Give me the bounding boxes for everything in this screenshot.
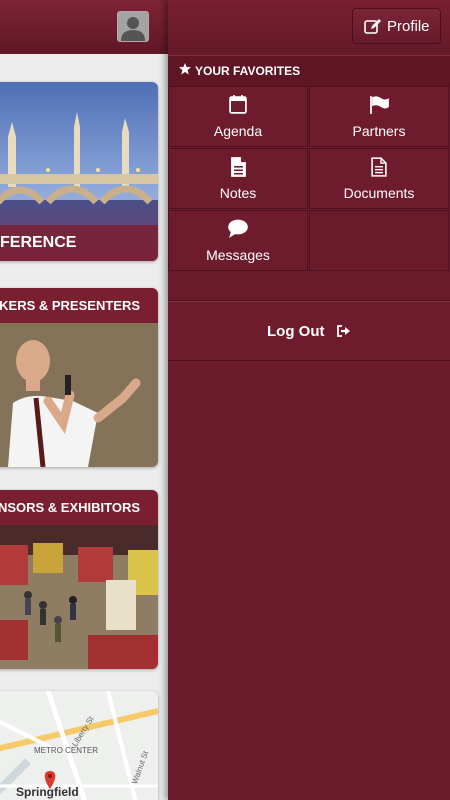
side-drawer: Profile YOUR FAVORITES Agenda Partners N… — [168, 0, 450, 800]
profile-label: Profile — [387, 18, 430, 35]
exhibit-hall-photo — [0, 525, 158, 669]
divider — [168, 272, 450, 301]
tile-label: Notes — [219, 185, 257, 201]
sign-out-icon — [337, 325, 350, 337]
tile-agenda[interactable]: Agenda — [168, 86, 308, 147]
venue-map-card[interactable]: Liberty St Walnut St METRO CENTER Spring… — [0, 691, 158, 800]
calendar-icon — [229, 95, 247, 114]
home-screen: FERENCE AKERS & PRESENTERS NSORS & EXHIB… — [0, 0, 168, 800]
conference-banner: FERENCE — [0, 225, 158, 261]
exhibitors-label: NSORS & EXHIBITORS — [0, 500, 140, 515]
exhibitors-title-bar: NSORS & EXHIBITORS — [0, 490, 158, 525]
conference-card[interactable]: FERENCE — [0, 82, 158, 261]
speakers-card[interactable]: AKERS & PRESENTERS — [0, 288, 158, 467]
edit-icon — [364, 19, 381, 34]
tile-documents[interactable]: Documents — [309, 148, 449, 209]
tile-notes[interactable]: Notes — [168, 148, 308, 209]
speakers-label: AKERS & PRESENTERS — [0, 298, 140, 313]
tile-partners[interactable]: Partners — [309, 86, 449, 147]
flag-icon — [370, 96, 389, 114]
file-text-icon — [371, 157, 387, 177]
favorites-header: YOUR FAVORITES — [168, 55, 450, 86]
tile-label: Documents — [343, 185, 415, 201]
conference-label: FERENCE — [0, 234, 77, 251]
empty-tile — [309, 210, 449, 271]
speaker-photo — [0, 323, 158, 467]
drawer-header: Profile — [168, 0, 450, 54]
logout-button[interactable]: Log Out — [168, 301, 450, 361]
tile-label: Agenda — [213, 123, 263, 139]
tile-messages[interactable]: Messages — [168, 210, 308, 271]
avatar-icon — [118, 12, 148, 41]
logout-label: Log Out — [267, 323, 325, 340]
exhibitors-card[interactable]: NSORS & EXHIBITORS — [0, 490, 158, 669]
speakers-title-bar: AKERS & PRESENTERS — [0, 288, 158, 323]
speech-bubble-icon — [228, 219, 248, 238]
profile-button[interactable]: Profile — [352, 8, 441, 44]
favorites-label: YOUR FAVORITES — [195, 64, 301, 78]
map-city-label: Springfield — [16, 785, 79, 799]
avatar-button[interactable] — [117, 11, 149, 42]
star-icon — [179, 63, 191, 75]
tile-label: Partners — [352, 123, 406, 139]
app-header — [0, 0, 168, 54]
document-icon — [231, 157, 246, 177]
map-area-label: METRO CENTER — [34, 746, 98, 755]
tile-label: Messages — [206, 247, 270, 263]
